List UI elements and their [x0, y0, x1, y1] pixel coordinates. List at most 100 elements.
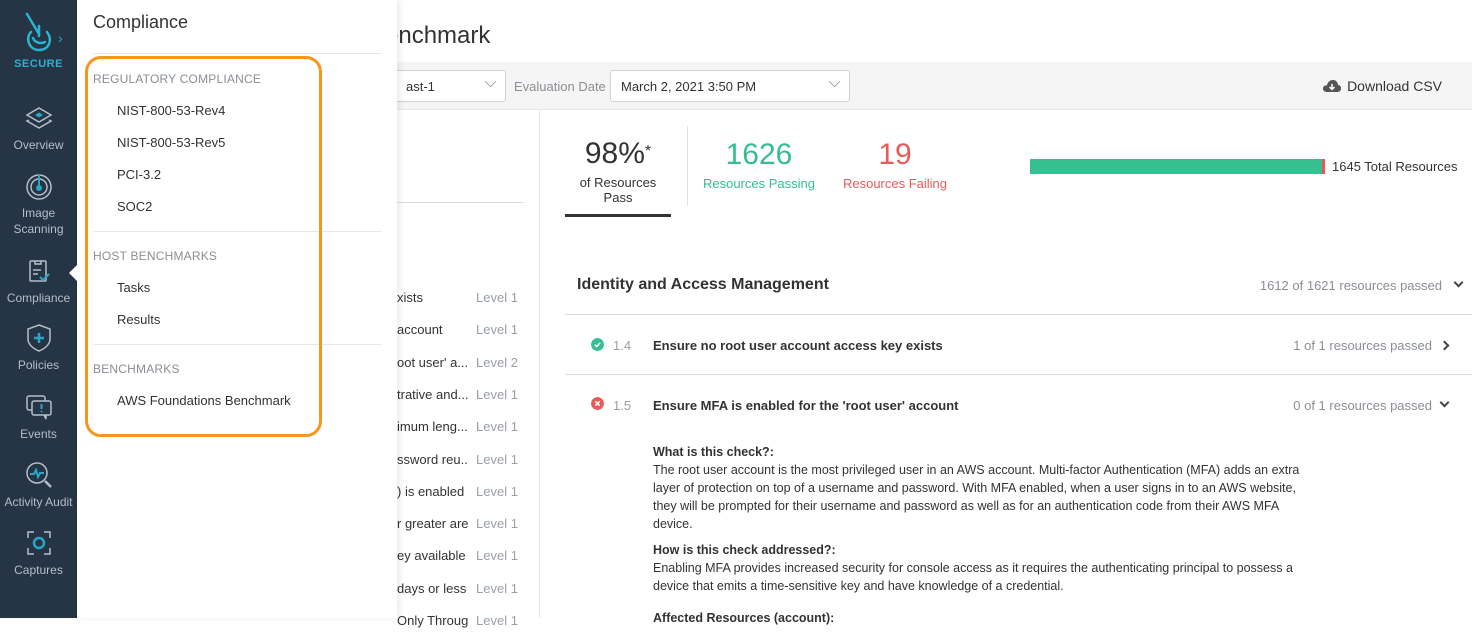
divider — [93, 231, 381, 232]
section-header[interactable]: Identity and Access Management 1612 of 1… — [565, 262, 1472, 315]
divider — [93, 344, 381, 345]
what-text: The root user account is the most privil… — [653, 463, 1300, 531]
nav-label: Policies — [17, 358, 60, 372]
flyout-title: Compliance — [93, 12, 189, 32]
download-csv-label: Download CSV — [1347, 78, 1442, 94]
nav-item-captures[interactable]: Captures — [0, 528, 77, 578]
control-title: r greater are... — [397, 516, 469, 532]
control-row[interactable]: ey available ... Level 1 — [397, 548, 540, 568]
resources-failing-tab[interactable]: 19 Resources Failing — [840, 138, 950, 191]
toolbar: ast-1 Evaluation Date March 2, 2021 3:50… — [377, 62, 1472, 110]
nav-label: Image Scanning — [13, 206, 64, 236]
control-row[interactable]: ) is enabled ... Level 1 — [397, 484, 540, 504]
control-row[interactable]: oot user' a... Level 2 — [397, 355, 540, 375]
control-title: imum leng... — [397, 419, 468, 435]
page-title: enchmark — [385, 22, 491, 49]
affected-heading: Affected Resources (account): — [653, 611, 835, 625]
how-text: Enabling MFA provides increased security… — [653, 561, 1293, 593]
section-header-benchmarks: BENCHMARKS — [93, 362, 180, 376]
link-tasks[interactable]: Tasks — [117, 280, 150, 295]
nav-item-overview[interactable]: Overview — [0, 103, 77, 153]
failing-label: Resources Failing — [842, 176, 948, 191]
nav-item-compliance[interactable]: Compliance — [0, 256, 77, 306]
cloud-download-icon — [1323, 80, 1342, 92]
shield-plus-icon — [26, 324, 51, 352]
control-row[interactable]: account Level 1 — [397, 322, 540, 342]
passing-count: 1626 — [725, 138, 793, 171]
control-row[interactable]: Only Throug... Level 1 — [397, 613, 540, 633]
section-header-host-benchmarks: HOST BENCHMARKS — [93, 249, 218, 263]
how-heading: How is this check addressed?: — [653, 543, 836, 557]
nav-item-activity-audit[interactable]: Activity Audit — [0, 460, 77, 510]
nav-item-events[interactable]: Events — [0, 392, 77, 442]
nav-item-image-scanning[interactable]: Image Scanning — [0, 171, 77, 237]
asterisk: * — [644, 143, 652, 160]
control-title: ssword reu... — [397, 451, 469, 467]
control-row[interactable]: ssword reu... Level 1 — [397, 452, 540, 472]
control-row[interactable]: xists Level 1 — [397, 290, 540, 310]
link-aws-foundations[interactable]: AWS Foundations Benchmark — [117, 393, 291, 408]
link-results[interactable]: Results — [117, 312, 160, 327]
secure-logo-icon — [25, 12, 51, 52]
section-name: Identity and Access Management — [577, 276, 829, 293]
chevron-down-icon[interactable] — [1453, 277, 1464, 288]
failing-count: 19 — [878, 138, 912, 171]
control-row[interactable]: days or less Level 1 — [397, 581, 540, 601]
check-row[interactable]: 1.4 Ensure no root user account access k… — [565, 315, 1472, 375]
check-number: 1.5 — [613, 398, 632, 413]
link-nist-rev5[interactable]: NIST-800-53-Rev5 — [117, 135, 225, 150]
chevron-right-icon[interactable] — [1439, 340, 1450, 351]
control-title: oot user' a... — [397, 354, 469, 370]
control-row[interactable]: r greater are... Level 1 — [397, 516, 540, 536]
nav-label: Activity Audit — [4, 495, 73, 509]
divider — [397, 202, 524, 203]
check-description: Ensure no root user account access key e… — [653, 338, 943, 353]
control-title: ) is enabled ... — [397, 483, 469, 499]
check-details: What is this check?: The root user accou… — [653, 443, 1313, 635]
active-underline — [565, 214, 671, 217]
control-title: trative and... — [397, 386, 469, 402]
control-row[interactable]: imum leng... Level 1 — [397, 419, 540, 439]
control-level: Level 1 — [476, 580, 518, 596]
link-nist-rev4[interactable]: NIST-800-53-Rev4 — [117, 103, 225, 118]
control-title: ey available ... — [397, 548, 469, 564]
nav-label: Captures — [14, 563, 63, 577]
clipboard-check-icon — [28, 260, 50, 282]
download-csv-button[interactable]: Download CSV — [1322, 78, 1442, 94]
active-pointer — [69, 265, 77, 281]
controls-list: xists Level 1 account Level 1 oot user' a...… — [397, 110, 540, 628]
nav-label: Overview — [13, 138, 64, 152]
resources-passing-tab[interactable]: 1626 Resources Passing — [700, 138, 818, 191]
link-pci[interactable]: PCI-3.2 — [117, 167, 161, 182]
control-level: Level 1 — [476, 483, 518, 499]
left-nav: SECURE › Overview Image Scanning Complian… — [0, 0, 77, 618]
check-row[interactable]: 1.5 Ensure MFA is enabled for the 'root … — [565, 375, 1472, 435]
control-row[interactable]: trative and... Level 1 — [397, 387, 540, 407]
nav-label: Compliance — [6, 291, 71, 305]
check-count: 0 of 1 resources passed — [1293, 398, 1432, 413]
pass-percentage-label: of Resources Pass — [579, 175, 657, 205]
link-soc2[interactable]: SOC2 — [117, 199, 152, 214]
fail-x-icon — [591, 397, 604, 410]
control-level: Level 2 — [476, 354, 518, 370]
pass-percentage-tab[interactable]: 98%* of Resources Pass — [565, 137, 671, 217]
evaluation-date-select[interactable]: March 2, 2021 3:50 PM — [610, 70, 850, 102]
capture-icon — [26, 531, 51, 555]
control-level: Level 1 — [476, 548, 518, 564]
chevron-down-icon — [828, 75, 841, 88]
expand-chevron-icon[interactable]: › — [58, 30, 63, 46]
control-title: account — [397, 322, 443, 338]
nav-item-policies[interactable]: Policies — [0, 323, 77, 373]
pass-check-icon — [591, 338, 604, 351]
passing-label: Resources Passing — [703, 176, 815, 191]
section-count: 1612 of 1621 resources passed — [1259, 278, 1442, 293]
layers-icon — [24, 107, 53, 129]
pass-percentage: 98% — [584, 137, 645, 170]
power-scan-icon — [25, 174, 52, 200]
control-level: Level 1 — [476, 419, 518, 435]
check-description: Ensure MFA is enabled for the 'root user… — [653, 398, 959, 413]
chevron-down-icon — [484, 75, 497, 88]
brand[interactable]: SECURE — [0, 10, 77, 70]
alert-chat-icon — [25, 395, 52, 420]
chevron-down-icon[interactable] — [1439, 397, 1450, 408]
